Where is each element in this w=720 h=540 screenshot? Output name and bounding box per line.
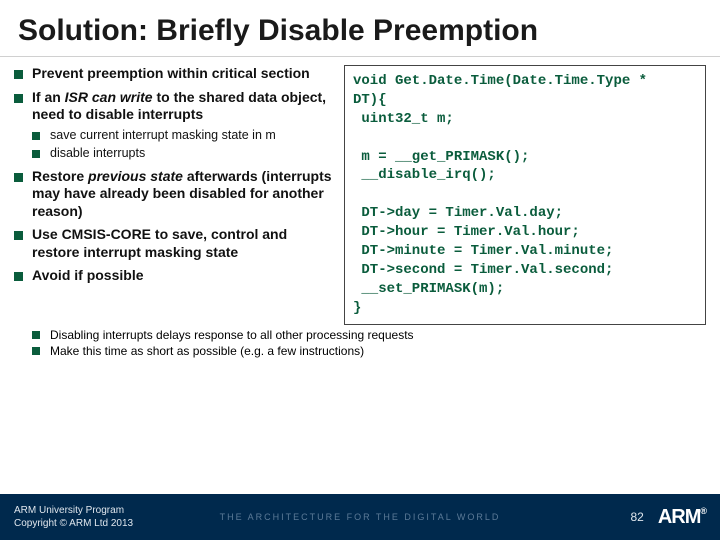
footer-program: ARM University Program [14,504,133,517]
arm-logo: ARM® [658,506,706,529]
bullet-list: Prevent preemption within critical secti… [14,65,334,285]
page-number: 82 [630,510,643,524]
bullet-column: Prevent preemption within critical secti… [14,65,334,325]
bullet-2: If an ISR can write to the shared data o… [14,89,334,162]
text-italic: ISR can write [65,89,153,105]
bullet-1: Prevent preemption within critical secti… [14,65,334,83]
sub-list: save current interrupt masking state in … [32,128,334,162]
text-italic: previous state [88,168,183,184]
bullet-3: Restore previous state afterwards (inter… [14,168,334,221]
text: If an [32,89,65,105]
sub-note: Disabling interrupts delays response to … [32,327,702,343]
footer-right: 82 ARM® [630,506,706,529]
logo-text: ARM [658,506,701,528]
footer-left: ARM University Program Copyright © ARM L… [14,504,133,530]
slide-title: Solution: Briefly Disable Preemption [0,0,720,57]
content-row: Prevent preemption within critical secti… [0,57,720,325]
bullet-5: Avoid if possible [14,267,334,285]
footer-bar: ARM University Program Copyright © ARM L… [0,494,720,540]
sub-bullet: save current interrupt masking state in … [32,128,334,144]
code-column: void Get.Date.Time(Date.Time.Type * DT){… [344,65,706,325]
text: Prevent preemption within critical secti… [32,65,310,81]
sub-bullet: disable interrupts [32,146,334,162]
bullet-4: Use CMSIS-CORE to save, control and rest… [14,226,334,261]
sub-note: Make this time as short as possible (e.g… [32,343,702,359]
sub-notes: Disabling interrupts delays response to … [0,325,720,359]
text: Restore [32,168,88,184]
sub-note-list: Disabling interrupts delays response to … [32,327,702,359]
code-block: void Get.Date.Time(Date.Time.Type * DT){… [344,65,706,325]
slide: Solution: Briefly Disable Preemption Pre… [0,0,720,540]
footer-copyright: Copyright © ARM Ltd 2013 [14,517,133,530]
footer-tagline: THE ARCHITECTURE FOR THE DIGITAL WORLD [220,512,501,522]
